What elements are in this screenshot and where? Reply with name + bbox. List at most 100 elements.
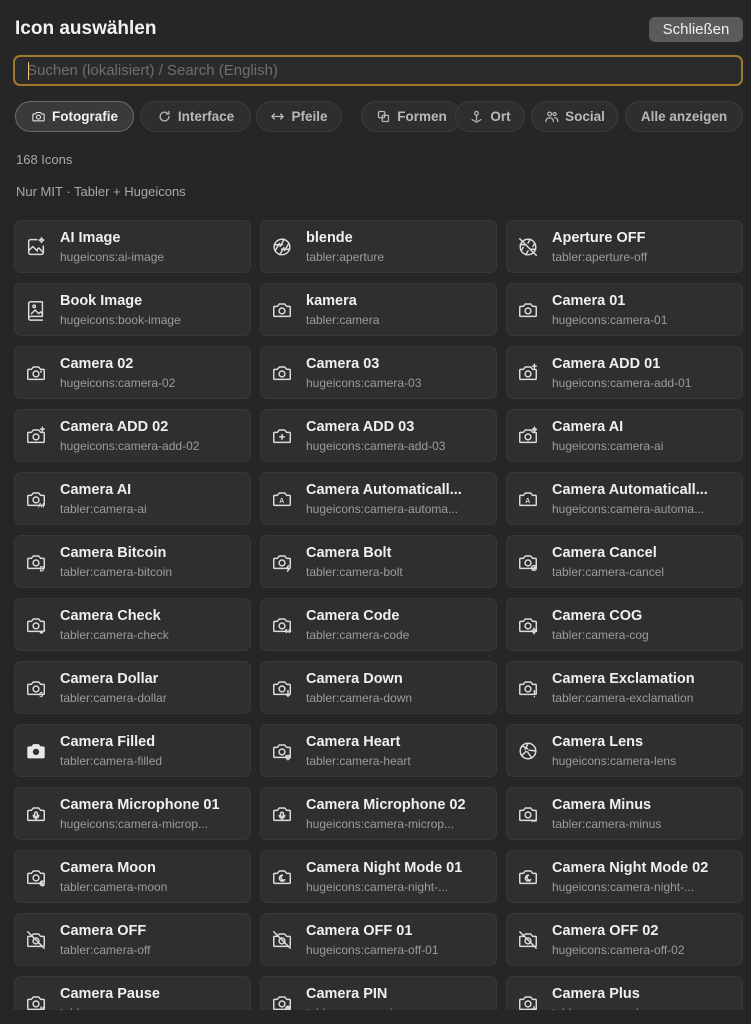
- icon-card[interactable]: Camera OFF 01 hugeicons:camera-off-01: [260, 913, 497, 966]
- icon-card-name: Camera Dollar: [60, 671, 159, 687]
- icon-card-code: hugeicons:camera-automa...: [306, 502, 459, 516]
- camera-heart-icon: [271, 740, 293, 762]
- icon-card[interactable]: $ Camera Dollar tabler:camera-dollar: [14, 661, 251, 714]
- camera-moon-icon: [25, 866, 47, 888]
- camera-icon: [271, 299, 293, 321]
- svg-text:AI: AI: [38, 502, 45, 509]
- icon-card[interactable]: Camera ADD 02 hugeicons:camera-add-02: [14, 409, 251, 462]
- icon-card[interactable]: Camera Night Mode 01 hugeicons:camera-nig…: [260, 850, 497, 903]
- icon-card-name: Camera AI: [60, 482, 132, 498]
- icon-card[interactable]: Camera Pause tabler:camera-pause: [14, 976, 251, 1010]
- camera-cog-icon: [517, 614, 539, 636]
- icon-card-code: tabler:aperture: [306, 250, 385, 264]
- icon-card-code: hugeicons:camera-02: [60, 376, 176, 390]
- icon-card[interactable]: Camera ADD 01 hugeicons:camera-add-01: [506, 346, 743, 399]
- icon-card-code: tabler:camera-cancel: [552, 565, 665, 579]
- camera-lens-icon: [517, 740, 539, 762]
- icon-card-code: tabler:camera-cog: [552, 628, 649, 642]
- icon-card-name: Camera Exclamation: [552, 671, 695, 687]
- camera-add-03-icon: [271, 425, 293, 447]
- icon-card-name: Camera COG: [552, 608, 643, 624]
- camera-filled-icon: [25, 740, 47, 762]
- tab-pfeile[interactable]: Pfeile: [256, 101, 342, 132]
- icon-card[interactable]: Camera Heart tabler:camera-heart: [260, 724, 497, 777]
- icon-card[interactable]: Camera Night Mode 02 hugeicons:camera-nig…: [506, 850, 743, 903]
- camera-off-icon: [25, 929, 47, 951]
- icon-card[interactable]: Camera Code tabler:camera-code: [260, 598, 497, 651]
- icon-card[interactable]: Camera Lens hugeicons:camera-lens: [506, 724, 743, 777]
- icon-card-code: hugeicons:camera-microp...: [306, 817, 455, 831]
- icon-card[interactable]: Aperture OFF tabler:aperture-off: [506, 220, 743, 273]
- icon-card[interactable]: Camera OFF tabler:camera-off: [14, 913, 251, 966]
- search-field[interactable]: [13, 55, 743, 86]
- icon-card-name: Camera Bitcoin: [60, 545, 167, 561]
- tab-interface[interactable]: Interface: [140, 101, 251, 132]
- icon-card[interactable]: Camera AI hugeicons:camera-ai: [506, 409, 743, 462]
- icon-card[interactable]: A Camera Automaticall... hugeicons:camera-…: [506, 472, 743, 525]
- icon-card-name: Camera Down: [306, 671, 403, 687]
- tab-ort[interactable]: Ort: [455, 101, 525, 132]
- camera-microphone-icon: [271, 803, 293, 825]
- icon-card-name: Camera 02: [60, 356, 134, 372]
- icon-card-name: Camera Microphone 01: [60, 797, 220, 813]
- icon-card-name: blende: [306, 230, 353, 246]
- icon-card[interactable]: Camera Microphone 01 hugeicons:camera-mic…: [14, 787, 251, 840]
- tab-social[interactable]: Social: [531, 101, 618, 132]
- icon-card[interactable]: Camera Minus tabler:camera-minus: [506, 787, 743, 840]
- icon-card-name: Camera AI: [552, 419, 624, 435]
- icon-card[interactable]: Camera Cancel tabler:camera-cancel: [506, 535, 743, 588]
- icon-card[interactable]: A Camera Automaticall... hugeicons:camera-…: [260, 472, 497, 525]
- icon-card[interactable]: Camera COG tabler:camera-cog: [506, 598, 743, 651]
- icon-card[interactable]: Camera Filled tabler:camera-filled: [14, 724, 251, 777]
- icon-card-code: hugeicons:camera-01: [552, 313, 668, 327]
- icon-card[interactable]: Camera Check tabler:camera-check: [14, 598, 251, 651]
- icon-card-name: Camera OFF 01: [306, 923, 413, 939]
- icon-card[interactable]: AI Camera AI tabler:camera-ai: [14, 472, 251, 525]
- icon-card[interactable]: Camera 02 hugeicons:camera-02: [14, 346, 251, 399]
- camera-pause-icon: [25, 992, 47, 1010]
- icon-card-name: Camera PIN: [306, 986, 388, 1002]
- icon-card[interactable]: Camera 01 hugeicons:camera-01: [506, 283, 743, 336]
- icon-card-name: Camera OFF: [60, 923, 147, 939]
- icon-card-code: tabler:aperture-off: [552, 250, 648, 264]
- camera-add-02-icon: [25, 425, 47, 447]
- svg-text:₿: ₿: [39, 565, 44, 573]
- icon-card[interactable]: Camera PIN tabler:camera-pin: [260, 976, 497, 1010]
- icon-card[interactable]: Camera Bolt tabler:camera-bolt: [260, 535, 497, 588]
- icon-card[interactable]: Camera ADD 03 hugeicons:camera-add-03: [260, 409, 497, 462]
- aperture-icon: [271, 236, 293, 258]
- tab-label: Ort: [490, 109, 511, 124]
- camera-check-icon: [25, 614, 47, 636]
- icon-card[interactable]: Camera Moon tabler:camera-moon: [14, 850, 251, 903]
- icon-card[interactable]: ₿ Camera Bitcoin tabler:camera-bitcoin: [14, 535, 251, 588]
- icon-card[interactable]: Camera OFF 02 hugeicons:camera-off-02: [506, 913, 743, 966]
- icon-card-code: hugeicons:camera-add-02: [60, 439, 200, 453]
- icon-card[interactable]: Camera Microphone 02 hugeicons:camera-mic…: [260, 787, 497, 840]
- book-image-icon: [25, 299, 47, 321]
- tab-formen[interactable]: Formen: [361, 101, 462, 132]
- aperture-off-icon: [517, 236, 539, 258]
- icon-card[interactable]: Book Image hugeicons:book-image: [14, 283, 251, 336]
- icon-card[interactable]: kamera tabler:camera: [260, 283, 497, 336]
- icon-card-code: tabler:camera-code: [306, 628, 410, 642]
- icon-card[interactable]: Camera Plus tabler:camera-plus: [506, 976, 743, 1010]
- tab-fotografie[interactable]: Fotografie: [15, 101, 134, 132]
- icon-card[interactable]: Camera Down tabler:camera-down: [260, 661, 497, 714]
- svg-text:$: $: [39, 692, 43, 699]
- icon-card[interactable]: AI Image hugeicons:ai-image: [14, 220, 251, 273]
- camera-off-icon: [517, 929, 539, 951]
- camera-plus-icon: [517, 992, 539, 1010]
- icon-card[interactable]: blende tabler:aperture: [260, 220, 497, 273]
- icon-card-code: tabler:camera-bolt: [306, 565, 403, 579]
- tab-label: Formen: [397, 109, 447, 124]
- icon-card[interactable]: Camera 03 hugeicons:camera-03: [260, 346, 497, 399]
- icon-card-name: Camera ADD 03: [306, 419, 415, 435]
- tab-alle-anzeigen[interactable]: Alle anzeigen: [625, 101, 743, 132]
- icon-card-code: tabler:camera-check: [60, 628, 169, 642]
- category-tabs: Fotografie Interface Pfeile Formen Ort Social…: [15, 101, 745, 134]
- search-input[interactable]: [15, 57, 741, 84]
- camera-bolt-icon: [271, 551, 293, 573]
- close-button[interactable]: Schließen: [649, 17, 743, 42]
- icon-card-name: Camera Night Mode 02: [552, 860, 709, 876]
- icon-card[interactable]: Camera Exclamation tabler:camera-exclamat…: [506, 661, 743, 714]
